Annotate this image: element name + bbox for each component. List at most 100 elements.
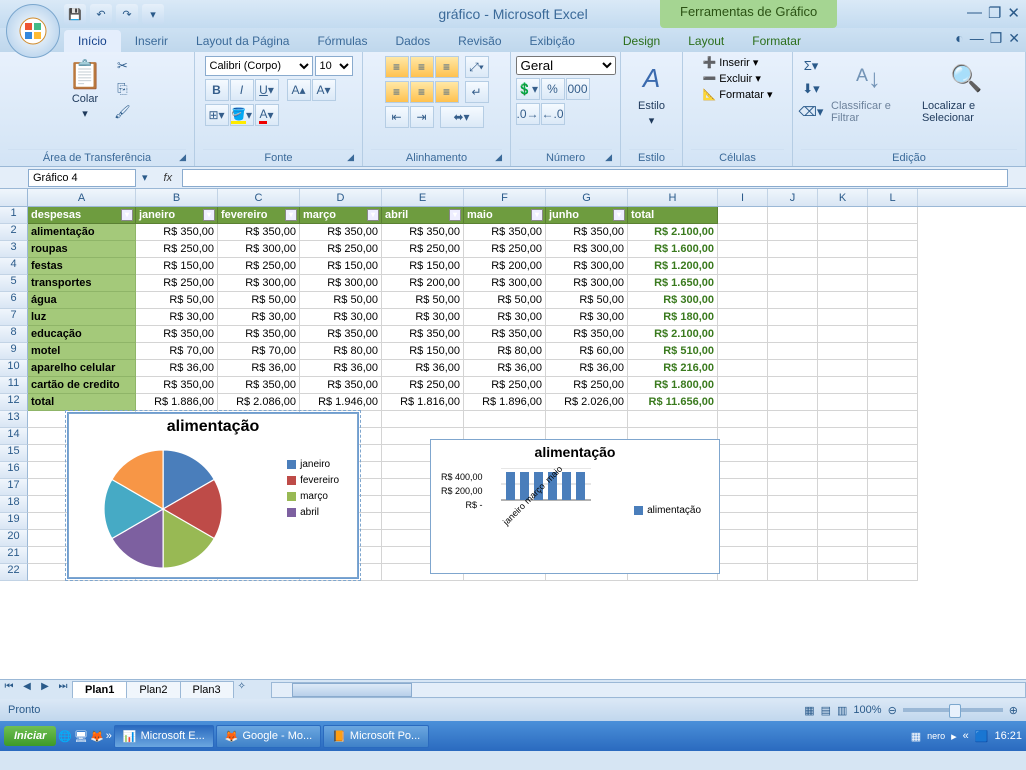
cell[interactable] [718,207,768,224]
cell[interactable] [818,275,868,292]
cell[interactable] [768,394,818,411]
sheet-nav-first[interactable]: ⏮ [0,681,18,699]
zoom-out-button[interactable]: ⊖ [888,704,897,717]
clear-button[interactable]: ⌫▾ [801,102,821,122]
cell[interactable]: R$ 250,00 [464,241,546,258]
cell[interactable] [768,343,818,360]
cell[interactable]: R$ 2.026,00 [546,394,628,411]
shrink-font-button[interactable]: A▾ [312,79,336,101]
cell[interactable]: R$ 350,00 [300,377,382,394]
cell[interactable] [464,411,546,428]
cell[interactable]: R$ 350,00 [136,224,218,241]
cell[interactable]: despesas▾ [28,207,136,224]
cell[interactable]: R$ 30,00 [464,309,546,326]
cell[interactable]: R$ 70,00 [136,343,218,360]
column-header[interactable]: D [300,189,382,206]
row-header[interactable]: 18 [0,496,28,513]
cell[interactable]: R$ 1.886,00 [136,394,218,411]
cell[interactable]: R$ 30,00 [546,309,628,326]
cell[interactable]: R$ 30,00 [300,309,382,326]
cell[interactable] [868,428,918,445]
cell[interactable] [718,496,768,513]
cell[interactable]: R$ 36,00 [136,360,218,377]
row-header[interactable]: 12 [0,394,28,411]
cell[interactable]: R$ 150,00 [382,343,464,360]
cell[interactable]: R$ 2.100,00 [628,326,718,343]
cell[interactable]: R$ 70,00 [218,343,300,360]
chart-bar-alimentacao[interactable]: alimentação R$ 400,00 R$ 200,00 R$ - jan… [430,439,720,574]
cell[interactable] [768,428,818,445]
cell[interactable]: R$ 350,00 [218,224,300,241]
name-box[interactable] [28,169,136,187]
cell[interactable] [768,241,818,258]
row-header[interactable]: 21 [0,547,28,564]
view-pagebreak-button[interactable]: ▥ [837,704,847,717]
cell[interactable] [768,360,818,377]
cell[interactable] [768,292,818,309]
cell[interactable] [868,547,918,564]
cell[interactable]: alimentação [28,224,136,241]
decrease-indent-button[interactable]: ⇤ [385,106,409,128]
cell[interactable] [868,530,918,547]
zoom-in-button[interactable]: ⊕ [1009,704,1018,717]
clock[interactable]: 16:21 [994,730,1022,742]
cell[interactable]: R$ 250,00 [300,241,382,258]
sheet-tab-plan3[interactable]: Plan3 [180,681,234,698]
font-name-select[interactable]: Calibri (Corpo) [205,56,313,76]
increase-indent-button[interactable]: ⇥ [410,106,434,128]
cell[interactable]: R$ 200,00 [382,275,464,292]
row-header[interactable]: 1 [0,207,28,224]
cell[interactable]: R$ 36,00 [464,360,546,377]
sheet-nav-last[interactable]: ⏭ [54,681,72,699]
cell[interactable]: R$ 150,00 [136,258,218,275]
select-all-corner[interactable] [0,189,28,206]
cell[interactable]: R$ 200,00 [464,258,546,275]
cell[interactable]: cartão de credito [28,377,136,394]
cell[interactable] [718,343,768,360]
fill-color-button[interactable]: 🪣▾ [230,104,254,126]
column-header[interactable]: L [868,189,918,206]
tab-inserir[interactable]: Inserir [121,30,182,52]
sheet-nav-next[interactable]: ▶ [36,681,54,699]
align-middle-button[interactable]: ≡ [410,56,434,78]
taskbar-excel[interactable]: 📊 Microsoft E... [114,725,214,748]
cell[interactable] [768,462,818,479]
cell[interactable]: roupas [28,241,136,258]
cell[interactable] [546,411,628,428]
cell[interactable]: R$ 350,00 [546,224,628,241]
filter-dropdown[interactable]: ▾ [285,209,297,221]
cell[interactable]: R$ 1.896,00 [464,394,546,411]
filter-dropdown[interactable]: ▾ [449,209,461,221]
tray-expand-icon[interactable]: « [963,730,969,742]
cell[interactable]: transportes [28,275,136,292]
cell[interactable] [718,479,768,496]
font-color-button[interactable]: A▾ [255,104,279,126]
cell[interactable] [718,462,768,479]
cell[interactable]: R$ 250,00 [382,241,464,258]
row-header[interactable]: 7 [0,309,28,326]
cell[interactable] [818,326,868,343]
cell[interactable]: R$ 1.650,00 [628,275,718,292]
cell[interactable]: R$ 80,00 [300,343,382,360]
close-button[interactable]: ✕ [1007,4,1020,22]
cell[interactable] [818,377,868,394]
align-center-button[interactable]: ≡ [410,81,434,103]
row-header[interactable]: 15 [0,445,28,462]
cell[interactable] [868,496,918,513]
tab-exibicao[interactable]: Exibição [516,30,589,52]
cell[interactable]: R$ 50,00 [382,292,464,309]
align-right-button[interactable]: ≡ [435,81,459,103]
cell[interactable] [818,343,868,360]
view-pagelayout-button[interactable]: ▤ [821,704,831,717]
cell[interactable] [768,496,818,513]
font-size-select[interactable]: 10 [315,56,353,76]
tab-dados[interactable]: Dados [381,30,444,52]
wrap-text-button[interactable]: ↵ [465,81,489,103]
cell[interactable]: R$ 11.656,00 [628,394,718,411]
cell[interactable] [768,309,818,326]
cell[interactable]: R$ 50,00 [218,292,300,309]
column-header[interactable]: J [768,189,818,206]
cell[interactable] [868,241,918,258]
cell[interactable]: R$ 350,00 [546,326,628,343]
chart-pie-alimentacao[interactable]: alimentação janeirofevereiromarçoabril [68,413,358,578]
